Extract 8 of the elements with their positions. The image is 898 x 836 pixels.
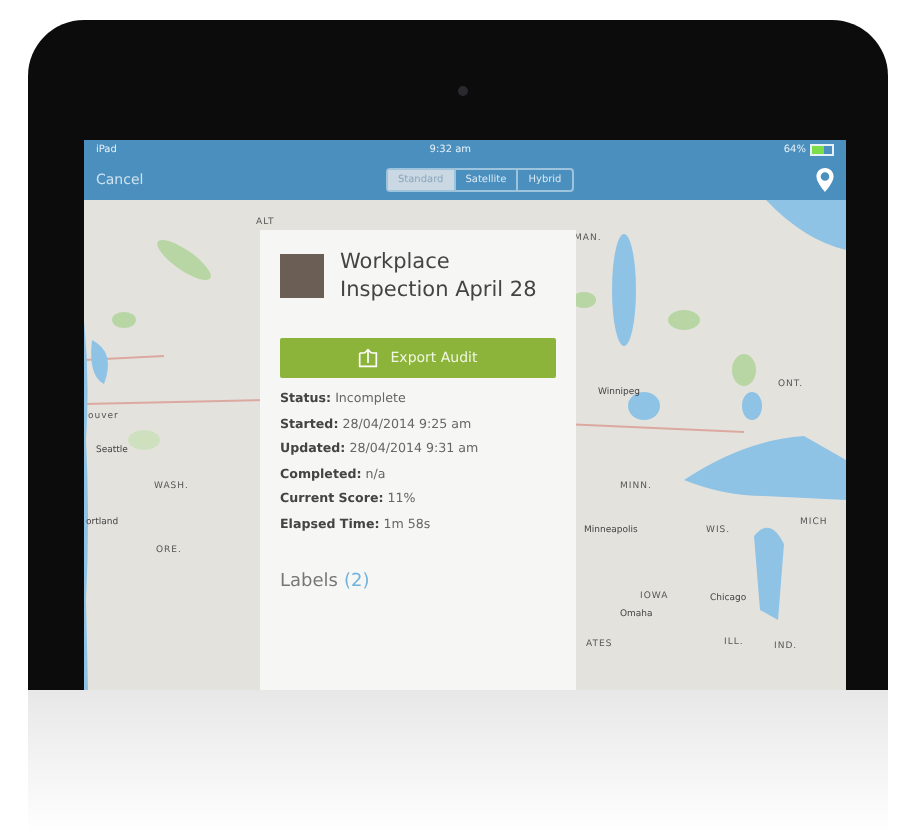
photo-placeholder [280, 254, 324, 298]
battery-icon [810, 144, 834, 156]
audit-title: Workplace Inspection April 28 [340, 250, 539, 305]
labels-heading: Labels [280, 571, 338, 592]
labels-count: (2) [343, 571, 370, 592]
location-pin-icon[interactable] [816, 168, 834, 192]
camera-icon [458, 86, 468, 96]
export-icon [358, 348, 379, 369]
